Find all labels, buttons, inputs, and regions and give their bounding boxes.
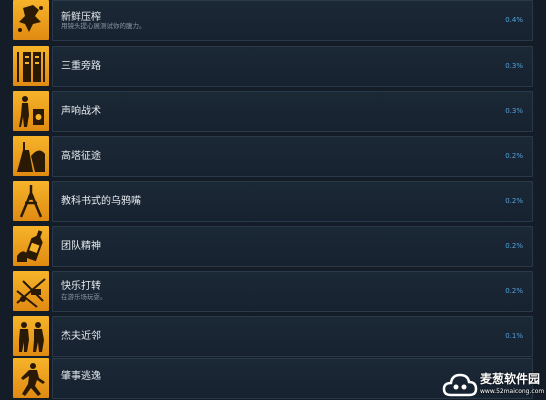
watermark-name: 麦葱软件园	[480, 372, 541, 386]
achievement-title: 肇事逃逸	[61, 371, 101, 382]
achievement-percent: 0.1%	[505, 332, 523, 340]
achievement-percent: 0.2%	[505, 242, 523, 250]
achievement-panel: 快乐打转 在游乐场玩耍。 0.2%	[52, 271, 533, 312]
tower-icon	[13, 136, 49, 176]
cloud-logo-icon	[442, 373, 478, 397]
achievement-panel: 三重旁路 0.3%	[52, 46, 533, 87]
achievement-row[interactable]: 高塔征途 0.2%	[9, 136, 533, 177]
lockers-icon	[13, 46, 49, 86]
achievement-row[interactable]: 新鲜压榨 用镜头提心展测试你的腹力。 0.4%	[9, 0, 533, 41]
achievement-row[interactable]: 团队精神 0.2%	[9, 226, 533, 267]
achievement-title: 团队精神	[61, 241, 101, 252]
achievement-percent: 0.3%	[505, 62, 523, 70]
achievement-title: 高塔征途	[61, 151, 101, 162]
achievement-panel: 杰夫近邻 0.1%	[52, 316, 533, 357]
watermark-url: www.52maicong.com	[480, 388, 545, 395]
watermark: 麦葱软件园 www.52maicong.com	[442, 369, 546, 400]
achievement-row[interactable]: 教科书式的乌鸦嘴 0.2%	[9, 181, 533, 222]
two-figures-icon	[13, 316, 49, 356]
achievement-panel: 新鲜压榨 用镜头提心展测试你的腹力。 0.4%	[52, 0, 533, 41]
running-figure-icon	[13, 358, 49, 398]
achievement-percent: 0.2%	[505, 287, 523, 295]
achievement-row[interactable]: 杰夫近邻 0.1%	[9, 316, 533, 357]
achievement-panel: 声响战术 0.3%	[52, 91, 533, 132]
achievement-title: 教科书式的乌鸦嘴	[61, 196, 141, 207]
achievement-panel: 教科书式的乌鸦嘴 0.2%	[52, 181, 533, 222]
achievement-percent: 0.2%	[505, 152, 523, 160]
bottle-icon	[13, 226, 49, 266]
achievement-percent: 0.4%	[505, 16, 523, 24]
dangling-figure-icon	[13, 181, 49, 221]
ride-icon	[13, 271, 49, 311]
achievement-panel: 高塔征途 0.2%	[52, 136, 533, 177]
splatter-icon	[13, 0, 49, 40]
achievement-percent: 0.3%	[505, 107, 523, 115]
achievement-title: 快乐打转	[61, 281, 101, 292]
achievement-description: 在游乐场玩耍。	[61, 293, 107, 301]
achievement-row[interactable]: 三重旁路 0.3%	[9, 46, 533, 87]
achievement-panel: 团队精神 0.2%	[52, 226, 533, 267]
achievement-description: 用镜头提心展测试你的腹力。	[61, 22, 146, 30]
achievement-row[interactable]: 声响战术 0.3%	[9, 91, 533, 132]
achievement-title: 杰夫近邻	[61, 331, 101, 342]
achievement-row[interactable]: 快乐打转 在游乐场玩耍。 0.2%	[9, 271, 533, 312]
achievement-title: 三重旁路	[61, 61, 101, 72]
achievement-percent: 0.2%	[505, 197, 523, 205]
achievement-title: 声响战术	[61, 106, 101, 117]
speaker-man-icon	[13, 91, 49, 131]
